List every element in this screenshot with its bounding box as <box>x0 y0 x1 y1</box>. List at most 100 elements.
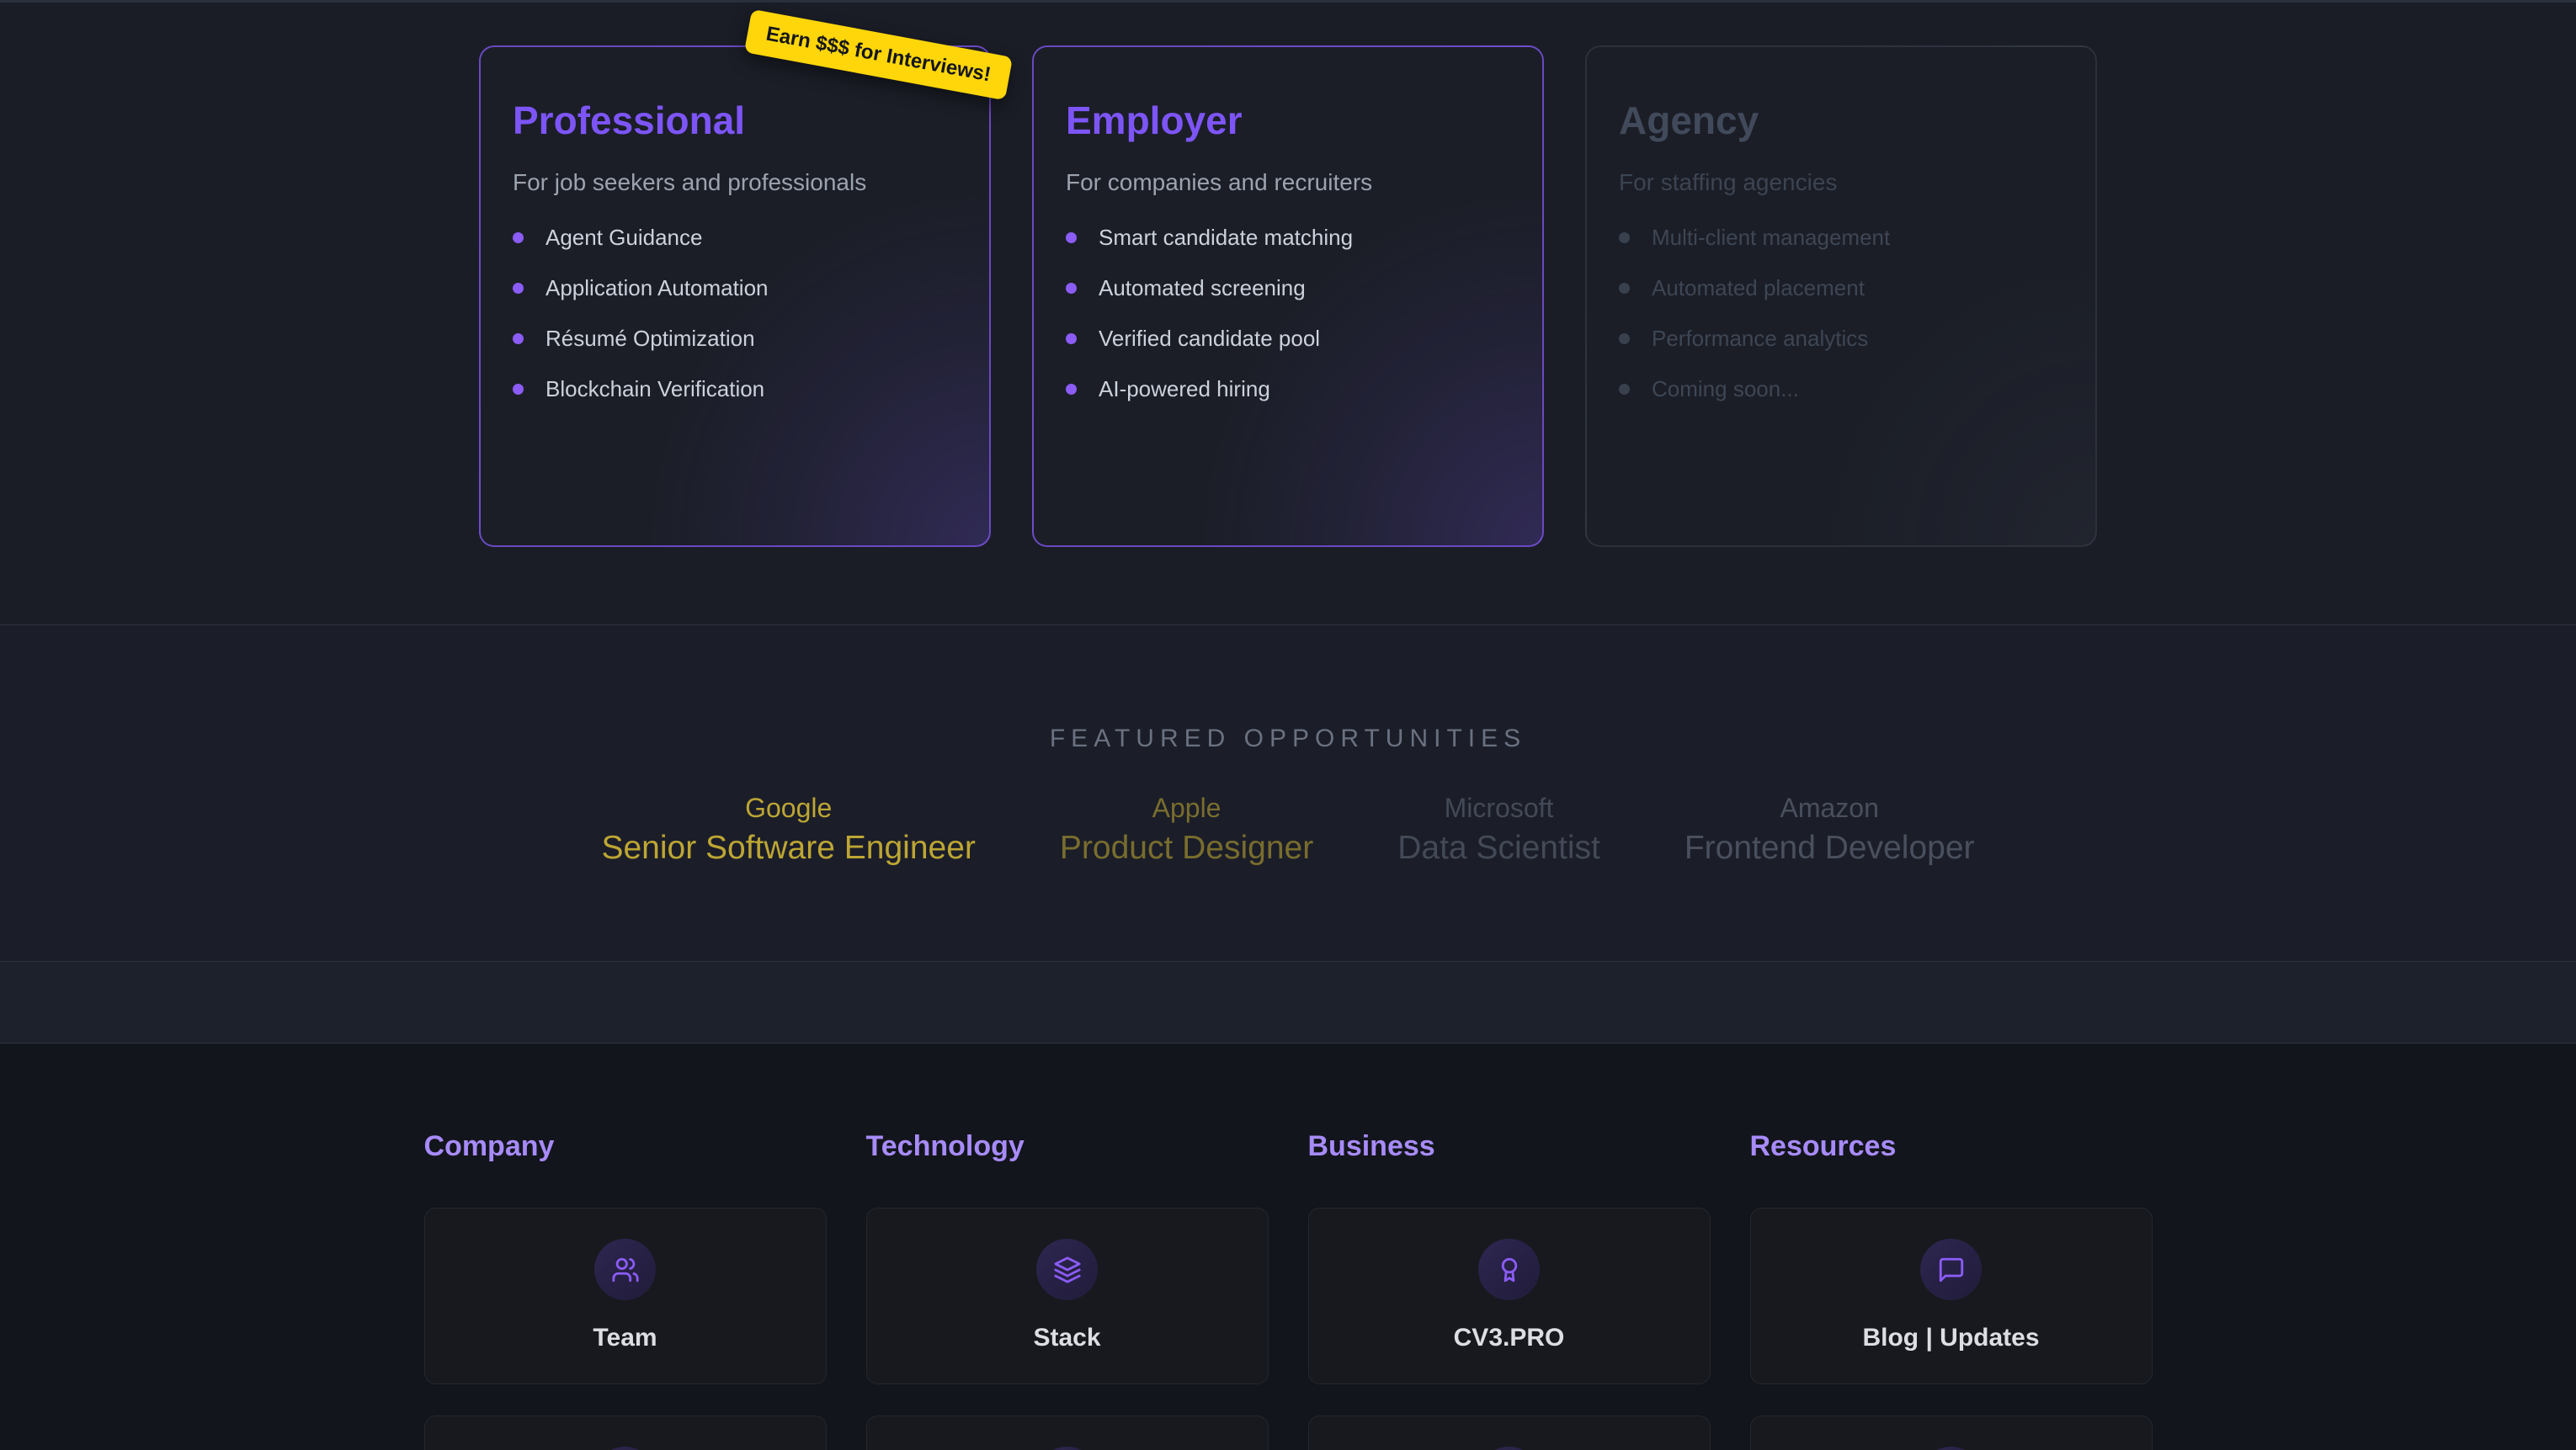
job-item-amazon[interactable]: Amazon Frontend Developer <box>1685 792 1975 868</box>
plan-feature: Multi-client management <box>1619 222 2063 252</box>
plan-feature-label: Automated placement <box>1652 275 1865 301</box>
plan-card-professional[interactable]: Professional For job seekers and profess… <box>479 45 991 547</box>
footer-card-label: Team <box>593 1324 657 1352</box>
footer-card-team[interactable]: Team <box>424 1208 827 1384</box>
plan-feature: Résumé Optimization <box>513 323 957 353</box>
icon-circle <box>1036 1239 1098 1300</box>
plans-section: Earn $$$ for Interviews! Professional Fo… <box>0 0 2576 624</box>
plan-title: Professional <box>513 98 957 143</box>
plan-feature: Automated placement <box>1619 273 2063 303</box>
plan-feature-list: Agent Guidance Application Automation Ré… <box>513 222 957 404</box>
users-icon <box>611 1256 640 1284</box>
footer-column-business: Business CV3.PRO <box>1308 1129 1711 1450</box>
bullet-dot-icon <box>1619 384 1630 395</box>
plan-feature: Smart candidate matching <box>1066 222 1510 252</box>
icon-circle <box>1478 1447 1540 1450</box>
bullet-dot-icon <box>513 384 524 395</box>
footer-grid: Company Team <box>424 1129 2153 1450</box>
featured-opportunities-section: FEATURED OPPORTUNITIES Google Senior Sof… <box>0 624 2576 962</box>
plan-feature: Coming soon... <box>1619 374 2063 404</box>
layers-icon <box>1053 1256 1082 1284</box>
bullet-dot-icon <box>1066 283 1077 294</box>
job-title: Data Scientist <box>1397 829 1600 868</box>
plan-feature-label: Smart candidate matching <box>1099 225 1353 251</box>
plan-feature-label: Automated screening <box>1099 275 1306 301</box>
bullet-dot-icon <box>513 283 524 294</box>
plan-feature-label: Verified candidate pool <box>1099 326 1320 352</box>
footer-column-heading: Company <box>424 1129 827 1164</box>
bullet-dot-icon <box>513 333 524 344</box>
footer-column-technology: Technology Stack <box>866 1129 1269 1450</box>
plan-title: Agency <box>1619 98 2063 143</box>
plan-feature-label: Performance analytics <box>1652 326 1868 352</box>
bullet-dot-icon <box>1619 333 1630 344</box>
award-icon <box>1495 1256 1524 1284</box>
job-title: Senior Software Engineer <box>601 829 975 868</box>
icon-circle <box>1036 1447 1098 1450</box>
job-company: Microsoft <box>1397 792 1600 824</box>
bullet-dot-icon <box>1066 333 1077 344</box>
job-company: Amazon <box>1685 792 1975 824</box>
plan-subtitle: For staffing agencies <box>1619 168 2063 197</box>
plan-feature: Application Automation <box>513 273 957 303</box>
footer-card-stack[interactable]: Stack <box>866 1208 1269 1384</box>
plan-feature-label: Agent Guidance <box>546 225 702 251</box>
icon-circle <box>1920 1239 1982 1300</box>
job-item-apple[interactable]: Apple Product Designer <box>1060 792 1313 868</box>
featured-jobs-row: Google Senior Software Engineer Apple Pr… <box>0 792 2576 868</box>
page: Earn $$$ for Interviews! Professional Fo… <box>0 0 2576 1450</box>
plan-feature-list: Multi-client management Automated placem… <box>1619 222 2063 404</box>
plan-feature: Automated screening <box>1066 273 1510 303</box>
plan-feature-label: Multi-client management <box>1652 225 1890 251</box>
featured-heading: FEATURED OPPORTUNITIES <box>0 725 2576 753</box>
plan-feature-label: Résumé Optimization <box>546 326 755 352</box>
footer-card-label: Blog | Updates <box>1862 1324 2039 1352</box>
footer-card-partial[interactable] <box>424 1415 827 1450</box>
footer-column-resources: Resources Blog | Updates <box>1750 1129 2153 1450</box>
plan-feature: AI-powered hiring <box>1066 374 1510 404</box>
footer-card-partial[interactable] <box>866 1415 1269 1450</box>
plan-subtitle: For job seekers and professionals <box>513 168 957 197</box>
footer-column-heading: Resources <box>1750 1129 2153 1164</box>
plan-feature: Blockchain Verification <box>513 374 957 404</box>
chat-bubble-icon <box>1937 1256 1966 1284</box>
footer-column-company: Company Team <box>424 1129 827 1450</box>
bullet-dot-icon <box>513 232 524 243</box>
plan-feature: Performance analytics <box>1619 323 2063 353</box>
footer: Company Team <box>0 1044 2576 1450</box>
footer-card-label: Stack <box>1033 1324 1100 1352</box>
plan-subtitle: For companies and recruiters <box>1066 168 1510 197</box>
plan-feature-label: AI-powered hiring <box>1099 376 1270 402</box>
footer-card-cv3pro[interactable]: CV3.PRO <box>1308 1208 1711 1384</box>
job-item-microsoft[interactable]: Microsoft Data Scientist <box>1397 792 1600 868</box>
bullet-dot-icon <box>1619 232 1630 243</box>
bullet-dot-icon <box>1066 232 1077 243</box>
footer-column-heading: Business <box>1308 1129 1711 1164</box>
footer-card-partial[interactable] <box>1750 1415 2153 1450</box>
footer-card-blog-updates[interactable]: Blog | Updates <box>1750 1208 2153 1384</box>
job-company: Apple <box>1060 792 1313 824</box>
plan-feature-label: Application Automation <box>546 275 769 301</box>
footer-card-label: CV3.PRO <box>1454 1324 1565 1352</box>
job-item-google[interactable]: Google Senior Software Engineer <box>601 792 975 868</box>
plan-feature-label: Coming soon... <box>1652 376 1799 402</box>
plan-feature: Agent Guidance <box>513 222 957 252</box>
bullet-dot-icon <box>1066 384 1077 395</box>
job-company: Google <box>601 792 975 824</box>
plan-feature-label: Blockchain Verification <box>546 376 764 402</box>
job-title: Product Designer <box>1060 829 1313 868</box>
footer-column-heading: Technology <box>866 1129 1269 1164</box>
plans-row: Professional For job seekers and profess… <box>479 45 2097 547</box>
footer-card-partial[interactable] <box>1308 1415 1711 1450</box>
bullet-dot-icon <box>1619 283 1630 294</box>
icon-circle <box>594 1447 656 1450</box>
icon-circle <box>1478 1239 1540 1300</box>
icon-circle <box>1920 1447 1982 1450</box>
section-divider-band <box>0 962 2576 1044</box>
plan-feature: Verified candidate pool <box>1066 323 1510 353</box>
job-title: Frontend Developer <box>1685 829 1975 868</box>
plan-card-agency: Agency For staffing agencies Multi-clien… <box>1585 45 2097 547</box>
icon-circle <box>594 1239 656 1300</box>
plan-card-employer[interactable]: Employer For companies and recruiters Sm… <box>1032 45 1544 547</box>
plan-title: Employer <box>1066 98 1510 143</box>
